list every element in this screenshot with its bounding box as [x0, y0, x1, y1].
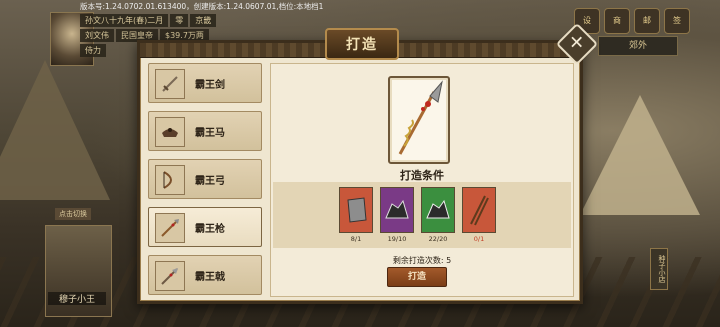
item-label: 霸王马 — [195, 128, 225, 139]
spear-icon — [398, 80, 443, 155]
close-icon: ✕ — [569, 33, 585, 54]
outside-button[interactable]: 郊外 — [598, 36, 678, 56]
player-name: 刘文伟 — [80, 29, 114, 42]
list-item-horse[interactable]: 霸王马 — [148, 111, 262, 151]
forge-item-list: 霸王剑 霸王马 霸王弓 霸王枪 霸王戟 — [148, 63, 262, 295]
material-count: 19/10 — [387, 235, 407, 243]
halberd-icon — [155, 261, 185, 291]
character-name: 穆子小王 — [48, 292, 106, 305]
date-text: 孙文八十九年(春)二月 — [80, 14, 169, 27]
dialog-title: 打造 — [346, 37, 378, 53]
list-item-halberd[interactable]: 霸王戟 — [148, 255, 262, 295]
jade-ore-icon — [421, 187, 455, 233]
material-slot[interactable]: 8/1 — [339, 187, 373, 243]
portrait-switch-tag[interactable]: 点击切换 — [55, 208, 91, 220]
tent-left — [0, 60, 110, 200]
item-label: 霸王戟 — [195, 272, 225, 283]
forge-dialog: 打造 ✕ 霸王剑 霸王马 霸王弓 霸王枪 霸王戟 打造条件 8/1 19/10 … — [137, 22, 599, 304]
material-count: 22/20 — [428, 235, 448, 243]
selected-weapon-card — [388, 76, 450, 164]
spear-icon — [155, 213, 185, 243]
material-count: 8/1 — [350, 235, 362, 243]
material-slot[interactable]: 0/1 — [462, 187, 496, 243]
sword-icon — [155, 69, 185, 99]
item-label: 霸王剑 — [195, 80, 225, 91]
condition-title: 打造条件 — [400, 169, 444, 182]
remaining-forge-count: 剩余打造次数: 5 — [392, 256, 452, 265]
list-item-spear[interactable]: 霸王枪 — [148, 207, 262, 247]
material-count: 0/1 — [473, 235, 485, 243]
tent-right — [580, 95, 700, 215]
saddle-icon — [155, 117, 185, 147]
top-icon-bar: 设 商 邮 签 — [574, 8, 690, 34]
list-item-sword[interactable]: 霸王剑 — [148, 63, 262, 103]
material-slot[interactable]: 19/10 — [380, 187, 414, 243]
dialog-title-plaque: 打造 — [325, 28, 399, 60]
version-text: 版本号:1.24.0702.01.613400，创建版本:1.24.0607.0… — [80, 2, 324, 11]
black-ore-icon — [380, 187, 414, 233]
mail-icon[interactable]: 邮 — [634, 8, 660, 34]
weather-text: 零 — [170, 14, 189, 27]
item-label: 霸王枪 — [195, 224, 225, 235]
side-shop-button[interactable]: 种子小店 — [650, 248, 668, 290]
material-list: 8/1 19/10 22/20 0/1 — [339, 187, 496, 243]
item-label: 霸王弓 — [195, 176, 225, 187]
material-slot[interactable]: 22/20 — [421, 187, 455, 243]
stat-label: 侍力 — [80, 44, 106, 57]
shop-icon[interactable]: 商 — [604, 8, 630, 34]
iron-plate-icon — [339, 187, 373, 233]
spear-shaft-icon — [462, 187, 496, 233]
forge-detail-panel: 打造条件 8/1 19/10 22/20 0/1 剩余打造次数: 5 打造 — [270, 63, 574, 297]
location-text: 京畿 — [190, 14, 217, 27]
bow-icon — [155, 165, 185, 195]
sign-icon[interactable]: 签 — [664, 8, 690, 34]
list-item-bow[interactable]: 霸王弓 — [148, 159, 262, 199]
forge-button[interactable]: 打造 — [387, 267, 447, 287]
